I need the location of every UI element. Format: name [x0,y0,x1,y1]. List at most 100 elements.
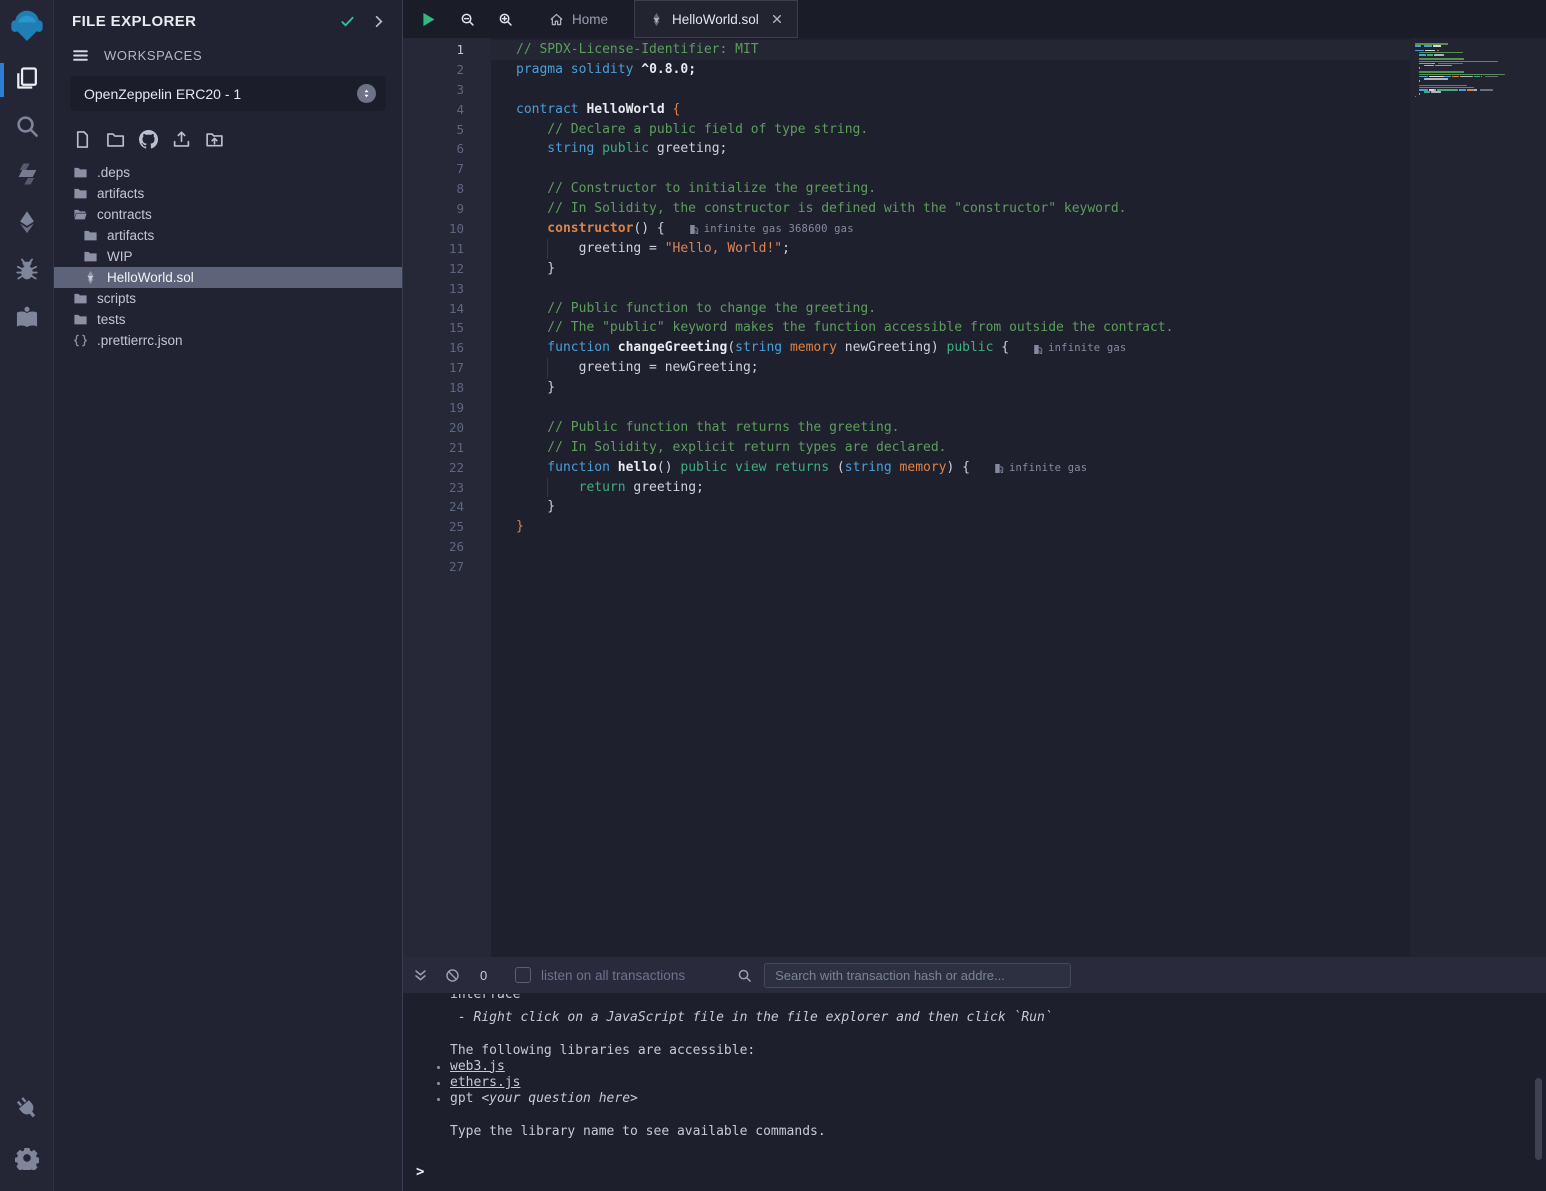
tree-item-WIP[interactable]: WIP [54,246,402,267]
activity-file-explorer[interactable] [0,56,54,104]
minimap[interactable] [1410,38,1546,957]
terminal-line: interface [450,994,1546,1010]
tree-item-tests[interactable]: tests [54,309,402,330]
code-line-14[interactable]: 14 // Public function to change the gree… [403,299,1546,319]
tree-item-artifacts[interactable]: artifacts [54,225,402,246]
terminal-output[interactable]: interface - Right click on a JavaScript … [403,993,1546,1191]
zoom-out-button[interactable] [460,12,475,27]
code-line-27[interactable]: 27 [403,557,1546,577]
tab-HelloWorld.sol[interactable]: HelloWorld.sol [634,0,798,38]
workspace-select[interactable]: OpenZeppelin ERC20 - 1 [70,76,386,111]
panel-title: FILE EXPLORER [72,13,324,30]
chevrons-down-icon[interactable] [413,968,428,983]
workspace-stepper-icon[interactable] [357,84,376,103]
tree-item-.prettierrc.json[interactable]: .prettierrc.json [54,330,402,351]
code-line-17[interactable]: 17 greeting = newGreeting; [403,358,1546,378]
listen-label: listen on all transactions [541,968,685,983]
code-line-9[interactable]: 9 // In Solidity, the constructor is def… [403,199,1546,219]
activity-remix-logo[interactable] [0,0,54,56]
activity-learneth[interactable] [0,296,54,344]
line-number: 26 [403,537,491,557]
code-line-15[interactable]: 15 // The "public" keyword makes the fun… [403,318,1546,338]
upload-file-icon[interactable] [172,130,191,149]
activity-solidity-compiler[interactable] [0,152,54,200]
line-number: 6 [403,139,491,159]
gas-estimate-widget: infinite gas 368600 gas [689,220,854,240]
remix-logo-icon [7,6,47,51]
code-line-21[interactable]: 21 // In Solidity, explicit return types… [403,438,1546,458]
folder-icon [73,165,88,180]
code-line-12[interactable]: 12 } [403,259,1546,279]
terminal-panel: 0 listen on all transactions interface -… [403,957,1546,1191]
folder-icon [83,228,98,243]
activity-settings[interactable] [0,1135,54,1185]
tree-item-contracts[interactable]: contracts [54,204,402,225]
close-icon[interactable] [771,13,783,25]
code-line-2[interactable]: 2pragma solidity ^0.8.0; [403,60,1546,80]
tree-item-.deps[interactable]: .deps [54,162,402,183]
code-line-3[interactable]: 3 [403,80,1546,100]
clear-ban-icon[interactable] [445,968,460,983]
tree-item-HelloWorld.sol[interactable]: HelloWorld.sol [54,267,402,288]
code-line-11[interactable]: 11 greeting = "Hello, World!"; [403,239,1546,259]
code-line-6[interactable]: 6 string public greeting; [403,139,1546,159]
gas-estimate-widget: infinite gas [1033,339,1126,359]
code-line-24[interactable]: 24 } [403,497,1546,517]
code-line-7[interactable]: 7 [403,159,1546,179]
workspaces-row: WORKSPACES [54,38,402,68]
listen-checkbox[interactable] [515,967,531,983]
terminal-prompt[interactable]: > [416,1164,424,1180]
line-number: 17 [403,358,491,378]
new-folder-icon[interactable] [106,130,125,149]
editor-column: Home HelloWorld.sol 1// SPDX-License-Iden… [403,0,1546,1191]
tree-item-scripts[interactable]: scripts [54,288,402,309]
code-line-1[interactable]: 1// SPDX-License-Identifier: MIT [403,40,1546,60]
code-line-19[interactable]: 19 [403,398,1546,418]
code-line-8[interactable]: 8 // Constructor to initialize the greet… [403,179,1546,199]
zoom-in-button[interactable] [498,12,513,27]
line-number: 18 [403,378,491,398]
code-line-4[interactable]: 4contract HelloWorld { [403,100,1546,120]
check-icon[interactable] [340,14,355,29]
code-editor[interactable]: 1// SPDX-License-Identifier: MIT2pragma … [403,38,1546,957]
line-number: 16 [403,338,491,358]
tab-label: HelloWorld.sol [672,12,759,27]
json-icon [73,333,88,348]
terminal-search-input[interactable] [764,963,1071,988]
activity-deploy-run[interactable] [0,200,54,248]
line-number: 24 [403,497,491,517]
line-number: 19 [403,398,491,418]
code-line-26[interactable]: 26 [403,537,1546,557]
tree-item-artifacts[interactable]: artifacts [54,183,402,204]
upload-folder-icon[interactable] [205,130,224,149]
new-file-icon[interactable] [73,130,92,149]
terminal-link[interactable]: ethers.js [450,1075,520,1090]
line-number: 23 [403,478,491,498]
terminal-link[interactable]: web3.js [450,1059,505,1074]
workspaces-label: WORKSPACES [104,48,202,63]
activity-search[interactable] [0,104,54,152]
code-line-5[interactable]: 5 // Declare a public field of type stri… [403,120,1546,140]
tab-Home[interactable]: Home [535,0,622,38]
code-line-18[interactable]: 18 } [403,378,1546,398]
editor-toolbar-icons [403,0,535,38]
hamburger-menu-icon[interactable] [72,47,89,64]
activity-plugin-manager[interactable] [0,1085,54,1135]
code-line-25[interactable]: 25} [403,517,1546,537]
editor-topbar: Home HelloWorld.sol [403,0,1546,38]
code-line-13[interactable]: 13 [403,279,1546,299]
activity-debugger[interactable] [0,248,54,296]
code-line-23[interactable]: 23 return greeting; [403,478,1546,498]
code-line-16[interactable]: 16 function changeGreeting(string memory… [403,338,1546,358]
clone-github-icon[interactable] [139,130,158,149]
code-line-22[interactable]: 22 function hello() public view returns … [403,458,1546,478]
tree-item-label: artifacts [107,228,154,243]
run-script-button[interactable] [420,11,437,28]
terminal-scrollbar[interactable] [1535,1078,1542,1160]
code-line-20[interactable]: 20 // Public function that returns the g… [403,418,1546,438]
chevron-right-icon[interactable] [371,14,386,29]
terminal-line: The following libraries are accessible: [450,1043,1546,1059]
activity-bar [0,0,54,1191]
folder-icon [73,312,88,327]
code-line-10[interactable]: 10 constructor() {infinite gas 368600 ga… [403,219,1546,239]
